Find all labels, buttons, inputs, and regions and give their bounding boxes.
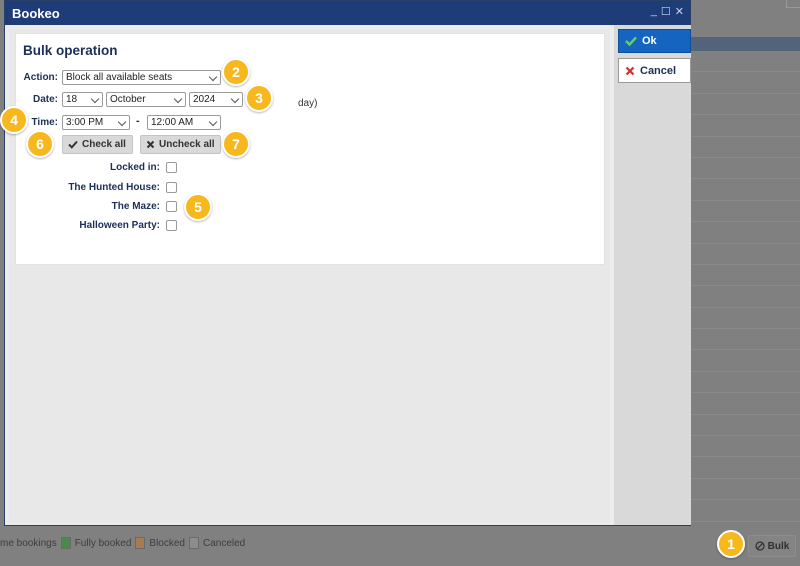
callout-badge-4: 4 [0,106,28,134]
chevron-down-icon [90,94,100,104]
window-title: Bookeo [12,5,60,21]
legend-swatch-canceled [188,537,199,549]
checkmark-icon [625,36,637,46]
cancel-button-label: Cancel [640,64,677,77]
x-icon [146,140,155,149]
dialog-content: Bulk operation Action: Block all availab… [9,29,610,523]
callout-badge-1: 1 [717,530,745,558]
action-select[interactable]: Block all available seats [62,70,221,85]
product-checkbox-the-maze[interactable] [166,201,177,212]
product-checkbox-halloween-party[interactable] [166,220,177,231]
date-weekday-hint: day) [298,98,318,109]
bulk-operation-dialog: Bookeo _ ☐ ✕ Bulk operation Action: Bloc… [4,0,691,526]
uncheck-all-label: Uncheck all [159,139,215,150]
legend-item-fully-booked: Fully booked [74,537,132,549]
chevron-down-icon [117,117,127,127]
product-checkbox-hunted-house[interactable] [166,182,177,193]
time-end-select[interactable]: 12:00 AM [147,115,221,130]
background-table-header [690,37,800,51]
time-end-value: 12:00 AM [151,117,194,128]
legend-item-blocked: Blocked [149,537,185,549]
date-month-value: October [110,94,146,105]
product-label-the-maze: The Maze: [111,201,160,212]
ok-button-label: Ok [642,35,657,47]
callout-badge-7: 7 [222,130,250,158]
bulk-button-label: Bulk [767,540,790,552]
dialog-titlebar: Bookeo _ ☐ ✕ [5,1,690,25]
time-separator: - [136,115,140,127]
callout-badge-3: 3 [245,84,273,112]
minimize-icon[interactable]: _ [651,5,657,18]
callout-badge-6: 6 [26,130,54,158]
date-year-select[interactable]: 2024 [189,92,243,107]
cancel-button[interactable]: Cancel [618,58,691,83]
checkmark-icon [68,140,78,149]
check-all-button[interactable]: Check all [62,135,133,154]
product-label-hunted-house: The Hunted House: [68,182,160,193]
legend-swatch-blocked [135,537,146,549]
background-table [690,51,800,522]
dialog-actions: Ok Cancel [614,25,691,525]
chevron-down-icon [208,72,218,82]
chevron-down-icon [230,94,240,104]
date-year-value: 2024 [193,94,216,105]
ok-button[interactable]: Ok [618,29,691,53]
product-label-halloween-party: Halloween Party: [79,220,160,231]
date-label: Date: [32,94,58,105]
action-label: Action: [23,72,58,83]
time-start-select[interactable]: 3:00 PM [62,115,130,130]
chevron-down-icon [208,117,218,127]
chevron-down-icon [173,94,183,104]
background-corner [786,0,800,8]
block-icon [755,541,765,551]
callout-badge-2: 2 [222,58,250,86]
callout-badge-5: 5 [184,193,212,221]
legend-swatch-fully-booked [60,537,71,549]
uncheck-all-button[interactable]: Uncheck all [140,135,221,154]
date-day-value: 18 [66,94,78,105]
maximize-icon[interactable]: ☐ [661,5,671,18]
action-select-value: Block all available seats [66,72,173,83]
window-controls: _ ☐ ✕ [651,5,684,18]
bulk-button[interactable]: Bulk [748,535,796,557]
legend-item-bookings: me bookings [0,537,57,549]
legend-item-canceled: Canceled [202,537,246,549]
date-day-select[interactable]: 18 [62,92,103,107]
product-label-locked-in: Locked in: [109,162,160,173]
page-title: Bulk operation [23,43,118,58]
close-icon[interactable]: ✕ [675,5,684,18]
time-start-value: 3:00 PM [66,117,104,128]
background-legend: me bookings Fully booked Blocked Cancele… [0,537,245,549]
check-all-label: Check all [82,139,126,150]
date-month-select[interactable]: October [106,92,186,107]
product-checkbox-locked-in[interactable] [166,162,177,173]
close-icon [625,66,635,75]
bulk-operation-form: Bulk operation Action: Block all availab… [15,33,605,265]
